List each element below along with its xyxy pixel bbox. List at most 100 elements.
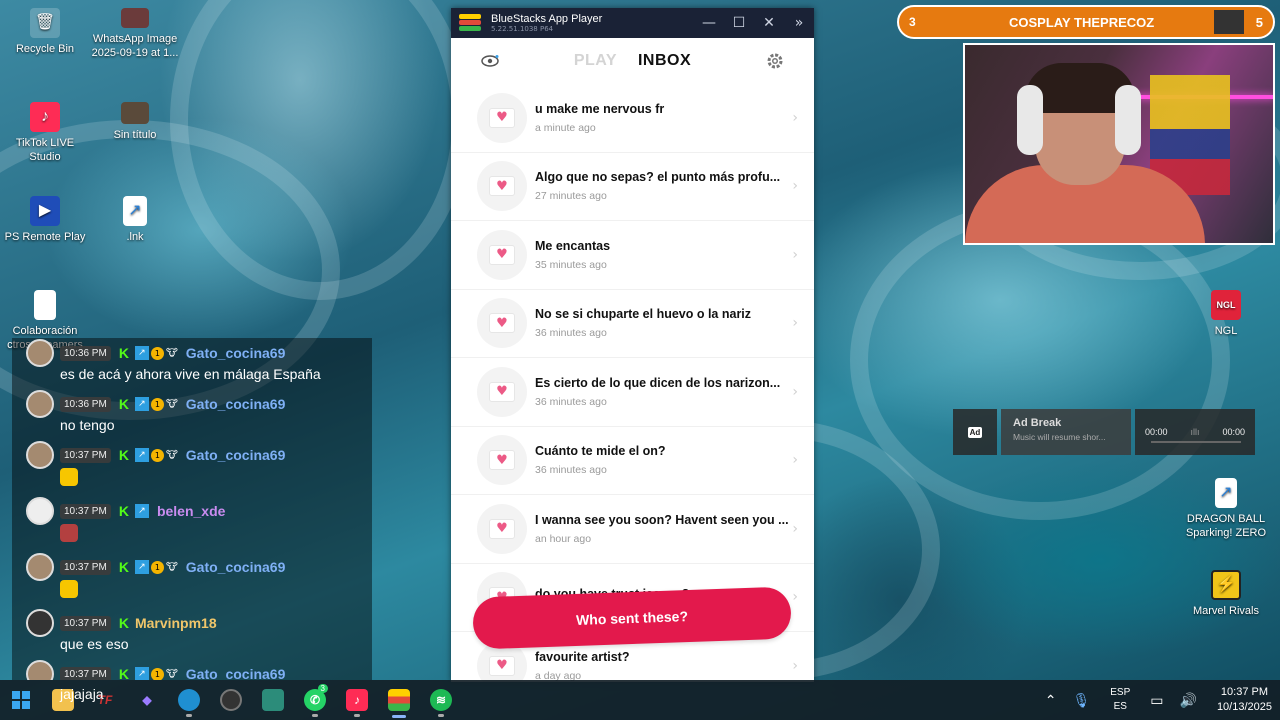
desktop-icon-sin-titulo[interactable]: Sin título	[90, 102, 180, 142]
maximize-icon[interactable]: ☐	[732, 15, 746, 31]
chevron-right-icon: ›	[792, 657, 798, 674]
ad-break-title: Ad Break	[1013, 417, 1062, 429]
inbox-item-title: Cuánto te mide el on?	[535, 444, 666, 459]
taskbar-app[interactable]	[252, 680, 294, 720]
tab-inbox[interactable]: INBOX	[638, 52, 691, 69]
desktop-icon-label: Marvel Rivals	[1192, 605, 1259, 617]
inbox-item[interactable]: ♥ Cuánto te mide el on? 36 minutes ago ›	[451, 427, 814, 495]
language-code: ESP	[1110, 687, 1131, 698]
taskbar-bluestacks[interactable]	[378, 680, 420, 720]
avatar	[26, 609, 54, 637]
minimize-icon[interactable]: —	[702, 15, 716, 31]
taskbar-app[interactable]: ◆	[126, 680, 168, 720]
envelope-heart-icon: ♥	[477, 503, 527, 554]
bluestacks-window: BlueStacks App Player 5.22.51.1038 P64 —…	[451, 8, 814, 682]
desktop-icon-label: .lnk	[126, 231, 144, 243]
inbox-item-time: 36 minutes ago	[535, 464, 607, 477]
expand-sidebar-icon[interactable]: »	[792, 15, 806, 31]
inbox-item-time: 35 minutes ago	[535, 258, 607, 271]
volume-icon[interactable]: 🔊	[1180, 692, 1197, 709]
desktop-icon-lnk[interactable]: ↗ .lnk	[90, 196, 180, 244]
chat-username[interactable]: Gato_cocina69	[186, 396, 286, 412]
desktop-icon-marvel-rivals[interactable]: ⚡ Marvel Rivals	[1181, 570, 1271, 618]
inbox-item[interactable]: ♥ Es cierto de lo que dicen de los nariz…	[451, 358, 814, 427]
microphone-icon[interactable]: 🎙	[1072, 692, 1090, 709]
chevron-right-icon: ›	[792, 178, 798, 195]
chat-username[interactable]: Marvinpm18	[135, 615, 217, 631]
taskbar-tiktok[interactable]: ♪	[336, 680, 378, 720]
chat-message: 10:37 PM K ↗ belen_xde	[26, 497, 372, 542]
chat-username[interactable]: Gato_cocina69	[186, 345, 286, 361]
inbox-item[interactable]: ♥ Algo que no sepas? el punto más profu.…	[451, 153, 814, 221]
chevron-right-icon: ›	[792, 383, 798, 400]
disc-app-icon	[220, 689, 242, 711]
desktop-icon-whatsapp-image[interactable]: WhatsApp Image 2025-09-19 at 1...	[90, 8, 180, 60]
desktop-icon-label: NGL	[1214, 325, 1238, 337]
ad-badge-label: Ad	[967, 426, 983, 438]
chat-message: 10:37 PM K Marvinpm18 que es eso	[26, 609, 372, 652]
taskbar-spotify[interactable]: ≋	[420, 680, 462, 720]
inbox-item-time: 27 minutes ago	[535, 190, 607, 203]
taskbar: TF ◆ ✆ 3 ♪ ≋ ⌃ 🎙 ESP ES ▭ 🔊 10:37 PM 10/…	[0, 680, 1280, 720]
envelope-heart-icon: ♥	[477, 92, 527, 143]
desktop-icon-recycle-bin[interactable]: 🗑 Recycle Bin	[0, 8, 90, 56]
chat-username[interactable]: Gato_cocina69	[186, 666, 286, 680]
document-app-icon	[262, 689, 284, 711]
close-icon[interactable]: ✕	[762, 15, 776, 31]
network-icon[interactable]: ▭	[1150, 692, 1163, 709]
inbox-item[interactable]: ♥ Me encantas 35 minutes ago ›	[451, 221, 814, 290]
kick-badge-icon: K	[118, 559, 129, 575]
ad-break-widget: Ad Ad Break Music will resume shor... 00…	[953, 409, 1263, 455]
taskbar-edge[interactable]	[168, 680, 210, 720]
taskbar-clock[interactable]: 10:37 PM 10/13/2025	[1217, 685, 1272, 715]
ad-badge: Ad	[953, 409, 997, 455]
desktop-icon-tiktok-live-studio[interactable]: ♪ TikTok LIVE Studio	[0, 102, 90, 164]
inbox-item[interactable]: ♥ No se si chuparte el huevo o la nariz …	[451, 290, 814, 358]
subscriber-badge-icon: ↗	[134, 448, 149, 462]
desktop-icon-label: WhatsApp Image 2025-09-19 at 1...	[91, 33, 179, 59]
bluestacks-titlebar[interactable]: BlueStacks App Player 5.22.51.1038 P64 —…	[451, 8, 814, 38]
kick-badge-icon: K	[118, 447, 129, 463]
recycle-bin-icon: 🗑	[30, 8, 60, 38]
ad-time-end: 00:00	[1222, 427, 1245, 437]
avatar	[26, 497, 54, 525]
desktop-icon-label: PS Remote Play	[4, 231, 86, 243]
inbox-item[interactable]: ♥ I wanna see you soon? Havent seen you …	[451, 495, 814, 564]
inbox-item-time: an hour ago	[535, 532, 592, 545]
desktop-icon-dragon-ball[interactable]: ↗ DRAGON BALL Sparking! ZERO	[1181, 478, 1271, 540]
inbox-item-title: favourite artist?	[535, 649, 630, 664]
chat-username[interactable]: Gato_cocina69	[186, 559, 286, 575]
chevron-right-icon: ›	[792, 315, 798, 332]
audio-wave-icon: ıllı	[1190, 427, 1200, 437]
coin-badge: 1	[150, 448, 164, 462]
who-sent-these-button[interactable]: Who sent these?	[472, 586, 792, 650]
tiktok-icon: ♪	[346, 689, 368, 711]
chat-username[interactable]: belen_xde	[157, 503, 225, 519]
coin-badge: 1	[150, 397, 164, 411]
envelope-heart-icon: ♥	[477, 366, 527, 417]
avatar	[26, 660, 54, 680]
goal-thumbnail	[1213, 10, 1244, 34]
chat-username[interactable]: Gato_cocina69	[186, 447, 286, 463]
chevron-right-icon: ›	[792, 520, 798, 537]
coin-badge: 1	[150, 346, 164, 360]
chevron-up-icon[interactable]: ⌃	[1045, 692, 1057, 709]
image-file-icon	[121, 102, 149, 124]
taskbar-whatsapp[interactable]: ✆ 3	[294, 680, 336, 720]
desktop-icon-label: Sin título	[113, 129, 157, 141]
language-indicator[interactable]: ESP ES	[1110, 686, 1130, 714]
start-button[interactable]	[0, 680, 42, 720]
window-version: 5.22.51.1038 P64	[491, 25, 554, 33]
desktop-icon-ps-remote-play[interactable]: ▶ PS Remote Play	[0, 196, 90, 244]
tab-play[interactable]: PLAY	[574, 52, 617, 69]
subscriber-badge-icon: ↗	[134, 560, 149, 574]
taskbar-app[interactable]	[210, 680, 252, 720]
avatar	[26, 441, 54, 469]
chevron-right-icon: ›	[792, 589, 798, 606]
inbox-item[interactable]: ♥ u make me nervous fr a minute ago ›	[451, 84, 814, 153]
desktop-icon-ngl[interactable]: NGL NGL	[1181, 290, 1271, 338]
inbox-item-time: a minute ago	[535, 121, 596, 134]
envelope-heart-icon: ♥	[477, 435, 527, 486]
chat-timestamp: 10:37 PM	[60, 503, 111, 519]
chat-message-text: no tengo	[60, 417, 115, 433]
